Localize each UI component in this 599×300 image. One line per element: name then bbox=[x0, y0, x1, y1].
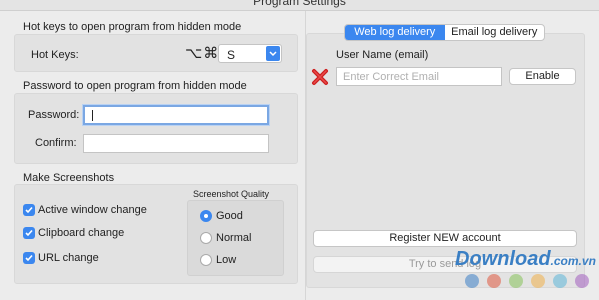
quality-normal-radio[interactable] bbox=[200, 232, 212, 244]
url-change-label: URL change bbox=[38, 252, 99, 264]
quality-good-label: Good bbox=[216, 210, 243, 222]
clipboard-checkbox[interactable] bbox=[23, 227, 35, 239]
hotkey-key-value: S bbox=[227, 48, 236, 62]
hotkey-modifiers: ⌥⌘ bbox=[185, 45, 220, 62]
quality-good-radio[interactable] bbox=[200, 210, 212, 222]
quality-group: Good Normal Low bbox=[187, 200, 284, 276]
confirm-label: Confirm: bbox=[35, 137, 77, 149]
quality-normal-label: Normal bbox=[216, 232, 252, 244]
hotkeys-label: Hot Keys: bbox=[31, 49, 79, 61]
active-window-checkbox[interactable] bbox=[23, 204, 35, 216]
quality-low-label: Low bbox=[216, 254, 237, 266]
watermark-dot bbox=[487, 274, 501, 288]
tab-web-log-delivery[interactable]: Web log delivery bbox=[345, 25, 445, 40]
hotkeys-group: Hot Keys: ⌥⌘ S bbox=[14, 34, 298, 72]
screenshots-group: Active window change Clipboard change UR… bbox=[14, 184, 298, 284]
title-separator bbox=[0, 10, 599, 11]
url-change-checkbox[interactable] bbox=[23, 252, 35, 264]
screenshots-group-title: Make Screenshots bbox=[23, 172, 115, 184]
watermark-dot bbox=[553, 274, 567, 288]
password-group: Password: Confirm: bbox=[14, 93, 298, 164]
window-title: Program Settings bbox=[253, 0, 346, 8]
register-account-button[interactable]: Register NEW account bbox=[313, 230, 577, 247]
confirm-password-field[interactable] bbox=[83, 134, 269, 153]
text-caret bbox=[92, 110, 93, 121]
chevron-down-icon bbox=[266, 46, 280, 61]
clipboard-label: Clipboard change bbox=[38, 227, 125, 239]
password-field[interactable] bbox=[83, 105, 269, 125]
watermark-dot bbox=[575, 274, 589, 288]
delivery-tabs: Web log delivery Email log delivery bbox=[344, 24, 545, 41]
quality-title: Screenshot Quality bbox=[193, 189, 270, 199]
email-field[interactable] bbox=[336, 67, 502, 86]
title-bar: Program Settings bbox=[0, 0, 599, 10]
hotkeys-group-title: Hot keys to open program from hidden mod… bbox=[23, 21, 242, 33]
user-name-label: User Name (email) bbox=[336, 49, 429, 61]
watermark-dot bbox=[509, 274, 523, 288]
password-group-title: Password to open program from hidden mod… bbox=[23, 80, 247, 92]
enable-button[interactable]: Enable bbox=[509, 68, 576, 85]
hotkey-key-select[interactable]: S bbox=[218, 44, 282, 63]
watermark-dots bbox=[465, 274, 589, 288]
download-watermark-logo: Download.com.vn bbox=[455, 248, 596, 270]
invalid-email-icon bbox=[311, 68, 329, 86]
tab-email-log-delivery[interactable]: Email log delivery bbox=[445, 25, 545, 40]
watermark-dot bbox=[465, 274, 479, 288]
watermark-dot bbox=[531, 274, 545, 288]
password-label: Password: bbox=[28, 109, 80, 121]
quality-low-radio[interactable] bbox=[200, 254, 212, 266]
active-window-label: Active window change bbox=[38, 204, 147, 216]
